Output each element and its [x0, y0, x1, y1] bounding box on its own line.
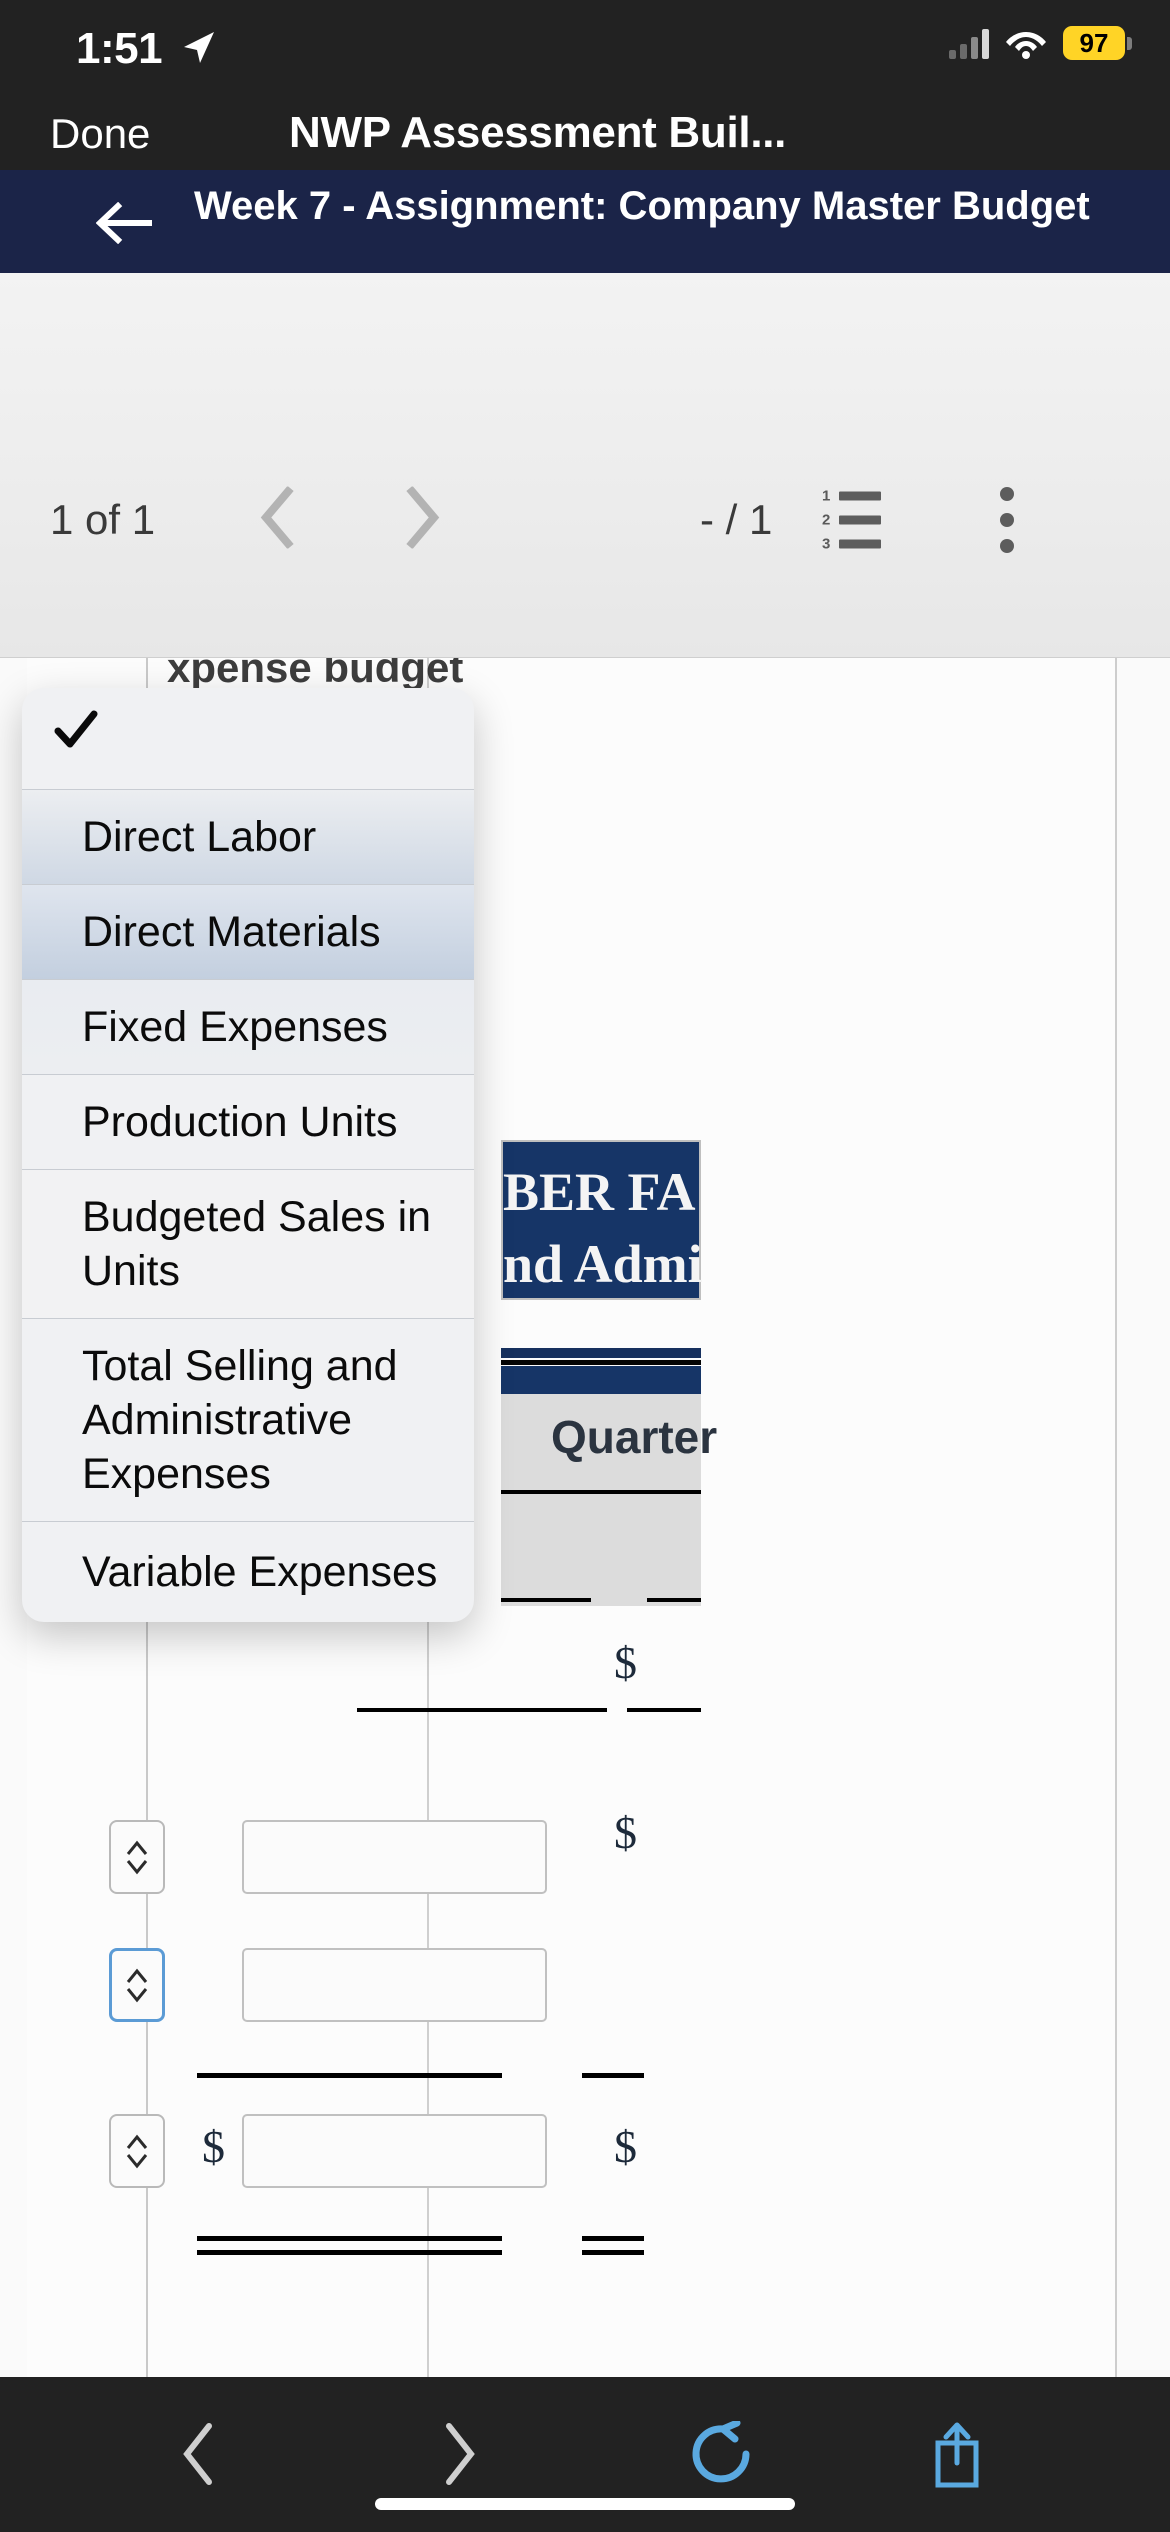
- table-rule: [197, 2073, 502, 2078]
- page-counter: - / 1: [700, 496, 773, 543]
- table-top-band: [501, 1348, 701, 1358]
- table-rule: [582, 2250, 644, 2255]
- share-icon[interactable]: [930, 2421, 984, 2496]
- outline-number: 2: [822, 511, 831, 529]
- browser-forward-button[interactable]: [440, 2421, 480, 2492]
- reload-icon[interactable]: [690, 2419, 756, 2492]
- table-rule: [357, 1708, 607, 1712]
- next-page-button[interactable]: [402, 485, 442, 554]
- done-button[interactable]: Done: [50, 110, 150, 158]
- location-arrow-icon: [178, 28, 218, 68]
- course-header: Week 7 - Assignment: Company Master Budg…: [0, 170, 1170, 273]
- currency-symbol: $: [202, 2121, 225, 2172]
- battery-percent: 97: [1063, 26, 1125, 60]
- home-indicator: [375, 2498, 795, 2510]
- table-rule: [647, 1598, 701, 1602]
- pdf-toolbar: [0, 273, 1170, 658]
- worksheet-title-block: BER FA nd Admi: [501, 1140, 703, 1300]
- row-text-input[interactable]: [242, 1820, 547, 1894]
- row-selector-button[interactable]: [109, 2114, 165, 2188]
- status-bar-indicators: 97: [949, 26, 1132, 60]
- worksheet-title-line1: BER FA: [503, 1162, 696, 1222]
- outline-number: 3: [822, 535, 831, 553]
- dropdown-option[interactable]: Fixed Expenses: [22, 980, 474, 1075]
- outline-number: 1: [822, 487, 831, 505]
- chevron-updown-icon: [126, 1968, 148, 2003]
- cellular-signal-icon: [949, 27, 989, 59]
- dropdown-option-label: Direct Labor: [82, 813, 317, 861]
- dropdown-option-label: Production Units: [82, 1098, 398, 1146]
- outline-bar: [839, 539, 881, 549]
- currency-symbol: $: [614, 1637, 637, 1688]
- dropdown-option[interactable]: Variable Expenses: [22, 1522, 474, 1622]
- battery-indicator: 97: [1063, 26, 1132, 60]
- table-rule: [627, 1708, 701, 1712]
- chevron-updown-icon: [126, 2134, 148, 2169]
- currency-symbol: $: [614, 2121, 637, 2172]
- row-text-input[interactable]: [242, 1948, 547, 2022]
- worksheet-title-line2: nd Admi: [503, 1234, 703, 1294]
- more-vertical-icon[interactable]: [1000, 487, 1014, 553]
- phone-screen: 1:51 97 Done NWP Assessment Buil... Week…: [0, 0, 1170, 2532]
- dropdown-option-label: Budgeted Sales in Units: [82, 1193, 432, 1295]
- table-rule: [582, 2073, 644, 2078]
- dropdown-option[interactable]: Production Units: [22, 1075, 474, 1170]
- outline-bar: [839, 491, 881, 501]
- dropdown-option-label: Direct Materials: [82, 908, 381, 956]
- table-rule: [582, 2236, 644, 2241]
- dropdown-option-label: Fixed Expenses: [82, 1003, 388, 1051]
- page-indicator: 1 of 1: [50, 496, 156, 543]
- quarter-label: Quarter: [551, 1411, 718, 1463]
- table-rule: [501, 1598, 591, 1602]
- prev-page-button[interactable]: [258, 485, 298, 554]
- option-dropdown-menu[interactable]: Direct Labor Direct Materials Fixed Expe…: [22, 688, 474, 1622]
- back-arrow-icon[interactable]: [95, 201, 154, 245]
- dropdown-option[interactable]: Total Selling and Administrative Expense…: [22, 1319, 474, 1522]
- checkmark-icon: [54, 710, 98, 748]
- browser-bottom-bar: [0, 2377, 1170, 2532]
- battery-cap-icon: [1127, 36, 1132, 50]
- table-header-band: [501, 1366, 701, 1394]
- table-rule: [501, 1360, 701, 1365]
- worksheet-heading: xpense budget: [167, 658, 464, 691]
- browser-back-button[interactable]: [178, 2421, 218, 2492]
- table-rule: [197, 2250, 502, 2255]
- row-selector-button-focused[interactable]: [109, 1948, 165, 2022]
- dropdown-option-selected[interactable]: [22, 688, 474, 790]
- dropdown-option[interactable]: Direct Materials: [22, 885, 474, 980]
- table-rule: [197, 2236, 502, 2241]
- chevron-updown-icon: [126, 1840, 148, 1875]
- outline-bar: [839, 515, 881, 525]
- table-body-band: [501, 1494, 701, 1606]
- numbered-list-icon[interactable]: 1 2 3: [822, 488, 881, 553]
- quarter-header-row: Quarter: [501, 1394, 717, 1491]
- app-nav-bar: Done NWP Assessment Buil...: [0, 96, 1170, 170]
- status-bar: 1:51 97: [0, 0, 1170, 96]
- course-title: Week 7 - Assignment: Company Master Budg…: [194, 184, 1090, 228]
- dropdown-option[interactable]: Direct Labor: [22, 790, 474, 885]
- app-title: NWP Assessment Buil...: [289, 108, 787, 157]
- status-bar-time: 1:51: [76, 24, 163, 73]
- dropdown-option-label: Total Selling and Administrative Expense…: [82, 1342, 398, 1498]
- dropdown-option-label: Variable Expenses: [82, 1548, 438, 1596]
- row-text-input[interactable]: [242, 2114, 547, 2188]
- row-selector-button[interactable]: [109, 1820, 165, 1894]
- dropdown-option[interactable]: Budgeted Sales in Units: [22, 1170, 474, 1319]
- currency-symbol: $: [614, 1807, 637, 1858]
- wifi-icon: [1006, 32, 1046, 59]
